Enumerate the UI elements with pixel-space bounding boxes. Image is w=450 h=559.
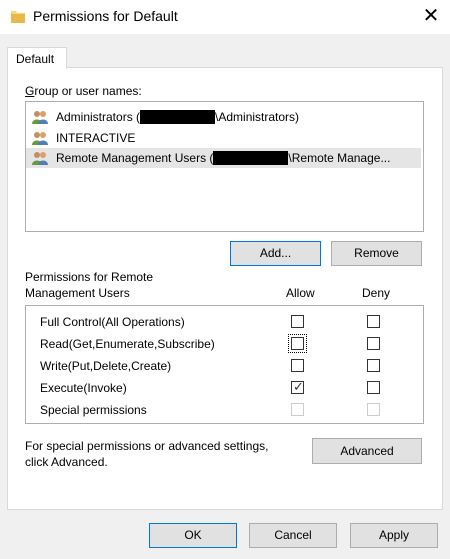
close-button[interactable]: ✕ bbox=[419, 5, 443, 29]
advanced-button[interactable]: Advanced bbox=[312, 438, 422, 464]
title-bar: Permissions for Default ✕ bbox=[0, 0, 450, 34]
user-name: Remote Management Users ( bbox=[56, 151, 214, 165]
apply-button[interactable]: Apply bbox=[350, 523, 438, 548]
permission-label-read: Read(Get,Enumerate,Subscribe) bbox=[40, 337, 215, 351]
user-suffix: \Administrators) bbox=[215, 110, 300, 124]
deny-read-checkbox[interactable] bbox=[367, 337, 380, 350]
permissions-heading-line1: Permissions for Remote bbox=[25, 270, 154, 284]
remove-button[interactable]: Remove bbox=[331, 241, 422, 266]
tab-label: Default bbox=[16, 52, 55, 66]
add-button[interactable]: Add... bbox=[230, 241, 321, 266]
user-row-text: Administrators ( \Administrators) bbox=[56, 110, 299, 124]
deny-execute-checkbox[interactable] bbox=[367, 381, 380, 394]
users-listbox[interactable]: Administrators ( \Administrators) INTERAC… bbox=[25, 101, 424, 232]
deny-special-checkbox bbox=[367, 403, 380, 416]
tab-default[interactable]: Default bbox=[7, 47, 67, 69]
group-users-label: Group or user names: bbox=[25, 84, 142, 98]
permission-label-write: Write(Put,Delete,Create) bbox=[40, 359, 172, 373]
permissions-heading-line2: Management Users bbox=[25, 286, 130, 300]
permissions-list: Full Control(All Operations) Read(Get,En… bbox=[25, 305, 424, 424]
deny-full-control-checkbox[interactable] bbox=[367, 315, 380, 328]
redacted-domain bbox=[213, 151, 289, 165]
cancel-button[interactable]: Cancel bbox=[249, 523, 337, 548]
group-users-label-rest: roup or user names: bbox=[34, 84, 142, 98]
allow-special-checkbox bbox=[291, 403, 304, 416]
advanced-note-line2: click Advanced. bbox=[25, 455, 108, 469]
permission-label-execute: Execute(Invoke) bbox=[40, 381, 127, 395]
folder-icon bbox=[11, 11, 25, 23]
users-icon bbox=[32, 111, 48, 124]
users-icon bbox=[32, 152, 48, 165]
ok-button[interactable]: OK bbox=[149, 523, 237, 548]
users-icon bbox=[32, 132, 48, 145]
allow-column-header: Allow bbox=[286, 286, 315, 300]
checkmark-icon: ✓ bbox=[293, 379, 304, 394]
allow-write-checkbox[interactable] bbox=[291, 359, 304, 372]
user-name: INTERACTIVE bbox=[56, 131, 136, 145]
window-title: Permissions for Default bbox=[33, 8, 178, 24]
user-row-remote-management-users[interactable]: Remote Management Users ( \Remote Manage.… bbox=[26, 148, 421, 168]
allow-read-checkbox[interactable] bbox=[288, 334, 307, 353]
permission-label-full-control: Full Control(All Operations) bbox=[40, 315, 185, 329]
user-suffix: \Remote Manage... bbox=[288, 151, 391, 165]
user-row-administrators[interactable]: Administrators ( \Administrators) bbox=[26, 107, 421, 127]
redacted-domain bbox=[140, 110, 216, 124]
advanced-note-line1: For special permissions or advanced sett… bbox=[25, 439, 269, 453]
deny-column-header: Deny bbox=[362, 286, 391, 300]
user-row-text: Remote Management Users ( \Remote Manage.… bbox=[56, 151, 390, 165]
permission-label-special: Special permissions bbox=[40, 403, 147, 417]
deny-write-checkbox[interactable] bbox=[367, 359, 380, 372]
user-row-interactive[interactable]: INTERACTIVE bbox=[26, 128, 421, 148]
allow-full-control-checkbox[interactable] bbox=[291, 315, 304, 328]
user-name: Administrators ( bbox=[56, 110, 141, 124]
allow-execute-checkbox[interactable]: ✓ bbox=[291, 379, 304, 394]
